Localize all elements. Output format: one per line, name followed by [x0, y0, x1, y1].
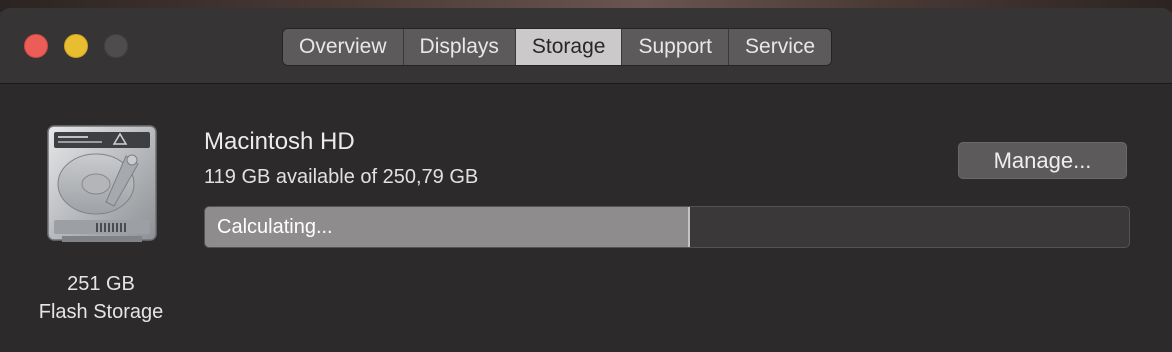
storage-pane: 251 GB Flash Storage Macintosh HD 119 GB… — [0, 84, 1172, 352]
zoom-button — [104, 34, 128, 58]
minimize-button[interactable] — [64, 34, 88, 58]
disk-caption: 251 GB Flash Storage — [0, 270, 202, 326]
disk-type: Flash Storage — [38, 301, 164, 323]
storage-bar-status: Calculating... — [217, 216, 333, 238]
tab-support[interactable]: Support — [622, 29, 730, 65]
title-bar: Overview Displays Storage Support Servic… — [0, 8, 1172, 84]
tab-overview[interactable]: Overview — [283, 29, 404, 65]
tab-storage[interactable]: Storage — [515, 29, 623, 65]
hard-drive-icon — [47, 125, 157, 242]
tab-displays[interactable]: Displays — [403, 29, 516, 65]
tab-service[interactable]: Service — [729, 29, 832, 65]
manage-button[interactable]: Manage... — [958, 142, 1127, 179]
volume-name: Macintosh HD — [204, 128, 355, 155]
disk-capacity: 251 GB — [67, 273, 135, 295]
close-button[interactable] — [24, 34, 48, 58]
storage-usage-bar: Calculating... — [204, 206, 1130, 248]
tab-bar: Overview Displays Storage Support Servic… — [282, 28, 833, 66]
volume-availability: 119 GB available of 250,79 GB — [204, 166, 479, 188]
about-this-mac-window: Overview Displays Storage Support Servic… — [0, 8, 1172, 352]
